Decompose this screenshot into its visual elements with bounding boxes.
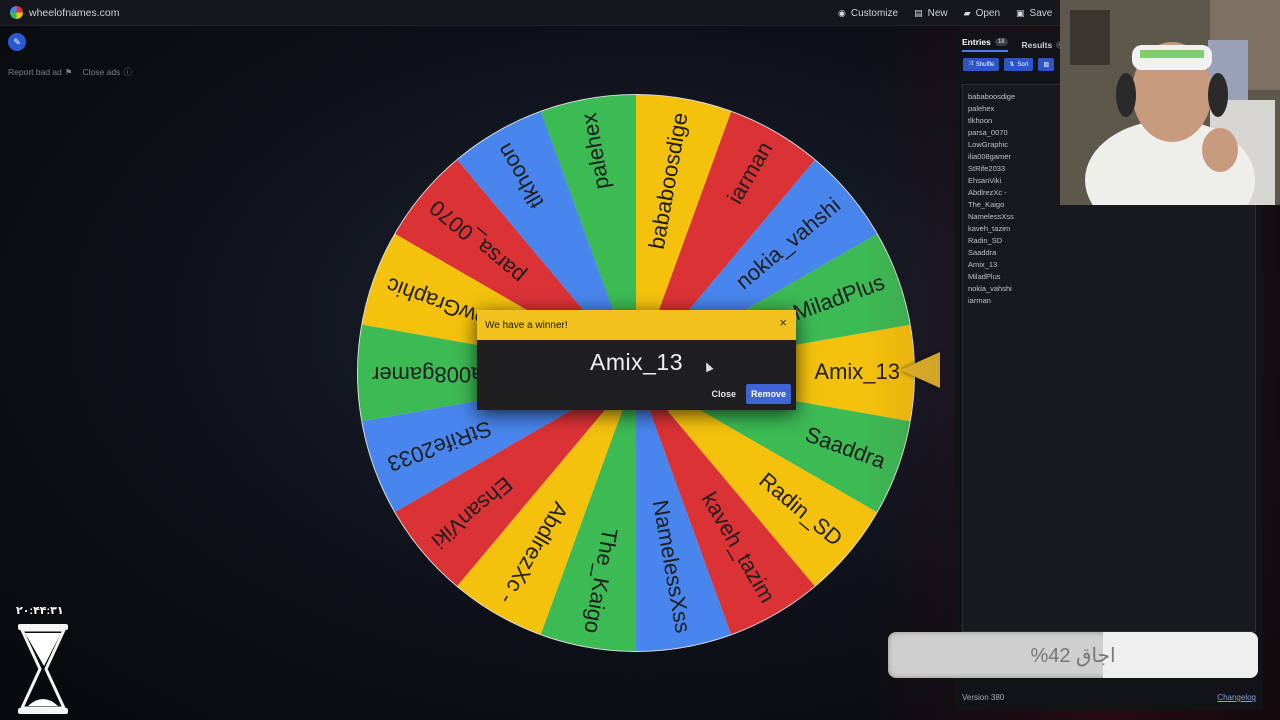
entry-line: Amix_13: [968, 260, 998, 269]
top-nav: ◉ Customize ▤ New ▰ Open ▣ Save ⋖: [838, 0, 1076, 26]
save-icon: ▣: [1016, 7, 1025, 18]
tab-results-label: Results: [1021, 39, 1053, 50]
version-label: Version 380: [962, 693, 1005, 702]
sort-button[interactable]: ⇅ Sort: [1004, 58, 1034, 71]
site-logo[interactable]: wheelofnames.com: [10, 6, 119, 19]
dialog-title: We have a winner!: [485, 319, 568, 331]
hourglass-icon: [18, 624, 68, 714]
webcam-overlay: [1060, 0, 1280, 205]
wheel-pointer-icon: [900, 352, 940, 388]
save-button[interactable]: ▣ Save: [1016, 8, 1052, 19]
tab-entries[interactable]: Entries 18: [962, 37, 1008, 52]
image-icon: ▨: [1043, 62, 1050, 68]
file-icon: ▤: [914, 7, 923, 18]
entry-line: MiladPlus: [968, 272, 1001, 281]
shuffle-button[interactable]: ⤨ Shuffle: [963, 58, 1000, 71]
open-button[interactable]: ▰ Open: [964, 8, 1000, 19]
dialog-header: We have a winner! ×: [477, 310, 796, 340]
close-button[interactable]: Close: [711, 389, 736, 399]
info-icon: ⓘ: [123, 67, 132, 77]
palette-icon: ◉: [838, 7, 846, 18]
report-bad-ad-link[interactable]: Report bad ad ⚑: [8, 66, 73, 78]
sort-icon: ⇅: [1009, 62, 1015, 68]
shuffle-label: Shuffle: [975, 61, 995, 68]
site-name: wheelofnames.com: [29, 6, 120, 19]
wheel-segment-label: Amix_13: [814, 359, 900, 384]
clock-text: ۲۰:۴۴:۳۱: [16, 605, 64, 617]
new-button[interactable]: ▤ New: [914, 8, 948, 19]
tab-entries-label: Entries: [962, 37, 991, 47]
add-image-button[interactable]: ▨: [1038, 58, 1055, 71]
save-label: Save: [1029, 7, 1053, 19]
entries-count-badge: 18: [994, 38, 1008, 46]
sort-label: Sort: [1017, 61, 1029, 68]
entry-line: Radin_SD: [968, 236, 1003, 245]
new-label: New: [927, 7, 948, 19]
winner-name: Amix_13: [590, 349, 683, 375]
winner-dialog: We have a winner! × Amix_13 Close Remove: [477, 310, 796, 410]
changelog-link[interactable]: Changelog: [1217, 693, 1256, 702]
remove-button[interactable]: Remove: [745, 384, 791, 404]
flag-icon: ⚑: [64, 66, 73, 77]
dialog-actions: Close Remove: [711, 384, 791, 404]
progress-overlay: اجاق 42%: [888, 632, 1258, 678]
open-label: Open: [975, 7, 1001, 19]
close-ads-label: Close ads: [82, 67, 121, 77]
report-bad-ad-label: Report bad ad: [8, 67, 62, 77]
entry-line: nokia_vahshi: [968, 284, 1012, 293]
ad-links: Report bad ad ⚑ Close ads ⓘ: [8, 66, 132, 78]
wheel-logo-icon: [10, 6, 23, 19]
shuffle-icon: ⤨: [968, 61, 973, 67]
progress-text: اجاق 42%: [1030, 644, 1116, 667]
folder-icon: ▰: [963, 7, 971, 18]
entry-line: Saaddra: [968, 248, 997, 257]
customize-button[interactable]: ◉ Customize: [838, 8, 898, 19]
close-ads-link[interactable]: Close ads ⓘ: [83, 66, 132, 78]
edit-wheel-button[interactable]: ✎: [8, 33, 26, 51]
entry-line: NamelessXss: [968, 212, 1014, 221]
entry-line: kaveh_tazim: [968, 224, 1011, 233]
entry-line: iarman: [968, 296, 991, 305]
streamer-video-image: [1060, 0, 1280, 205]
customize-label: Customize: [850, 7, 899, 19]
close-icon[interactable]: ×: [779, 315, 787, 330]
pencil-icon: ✎: [13, 36, 21, 47]
